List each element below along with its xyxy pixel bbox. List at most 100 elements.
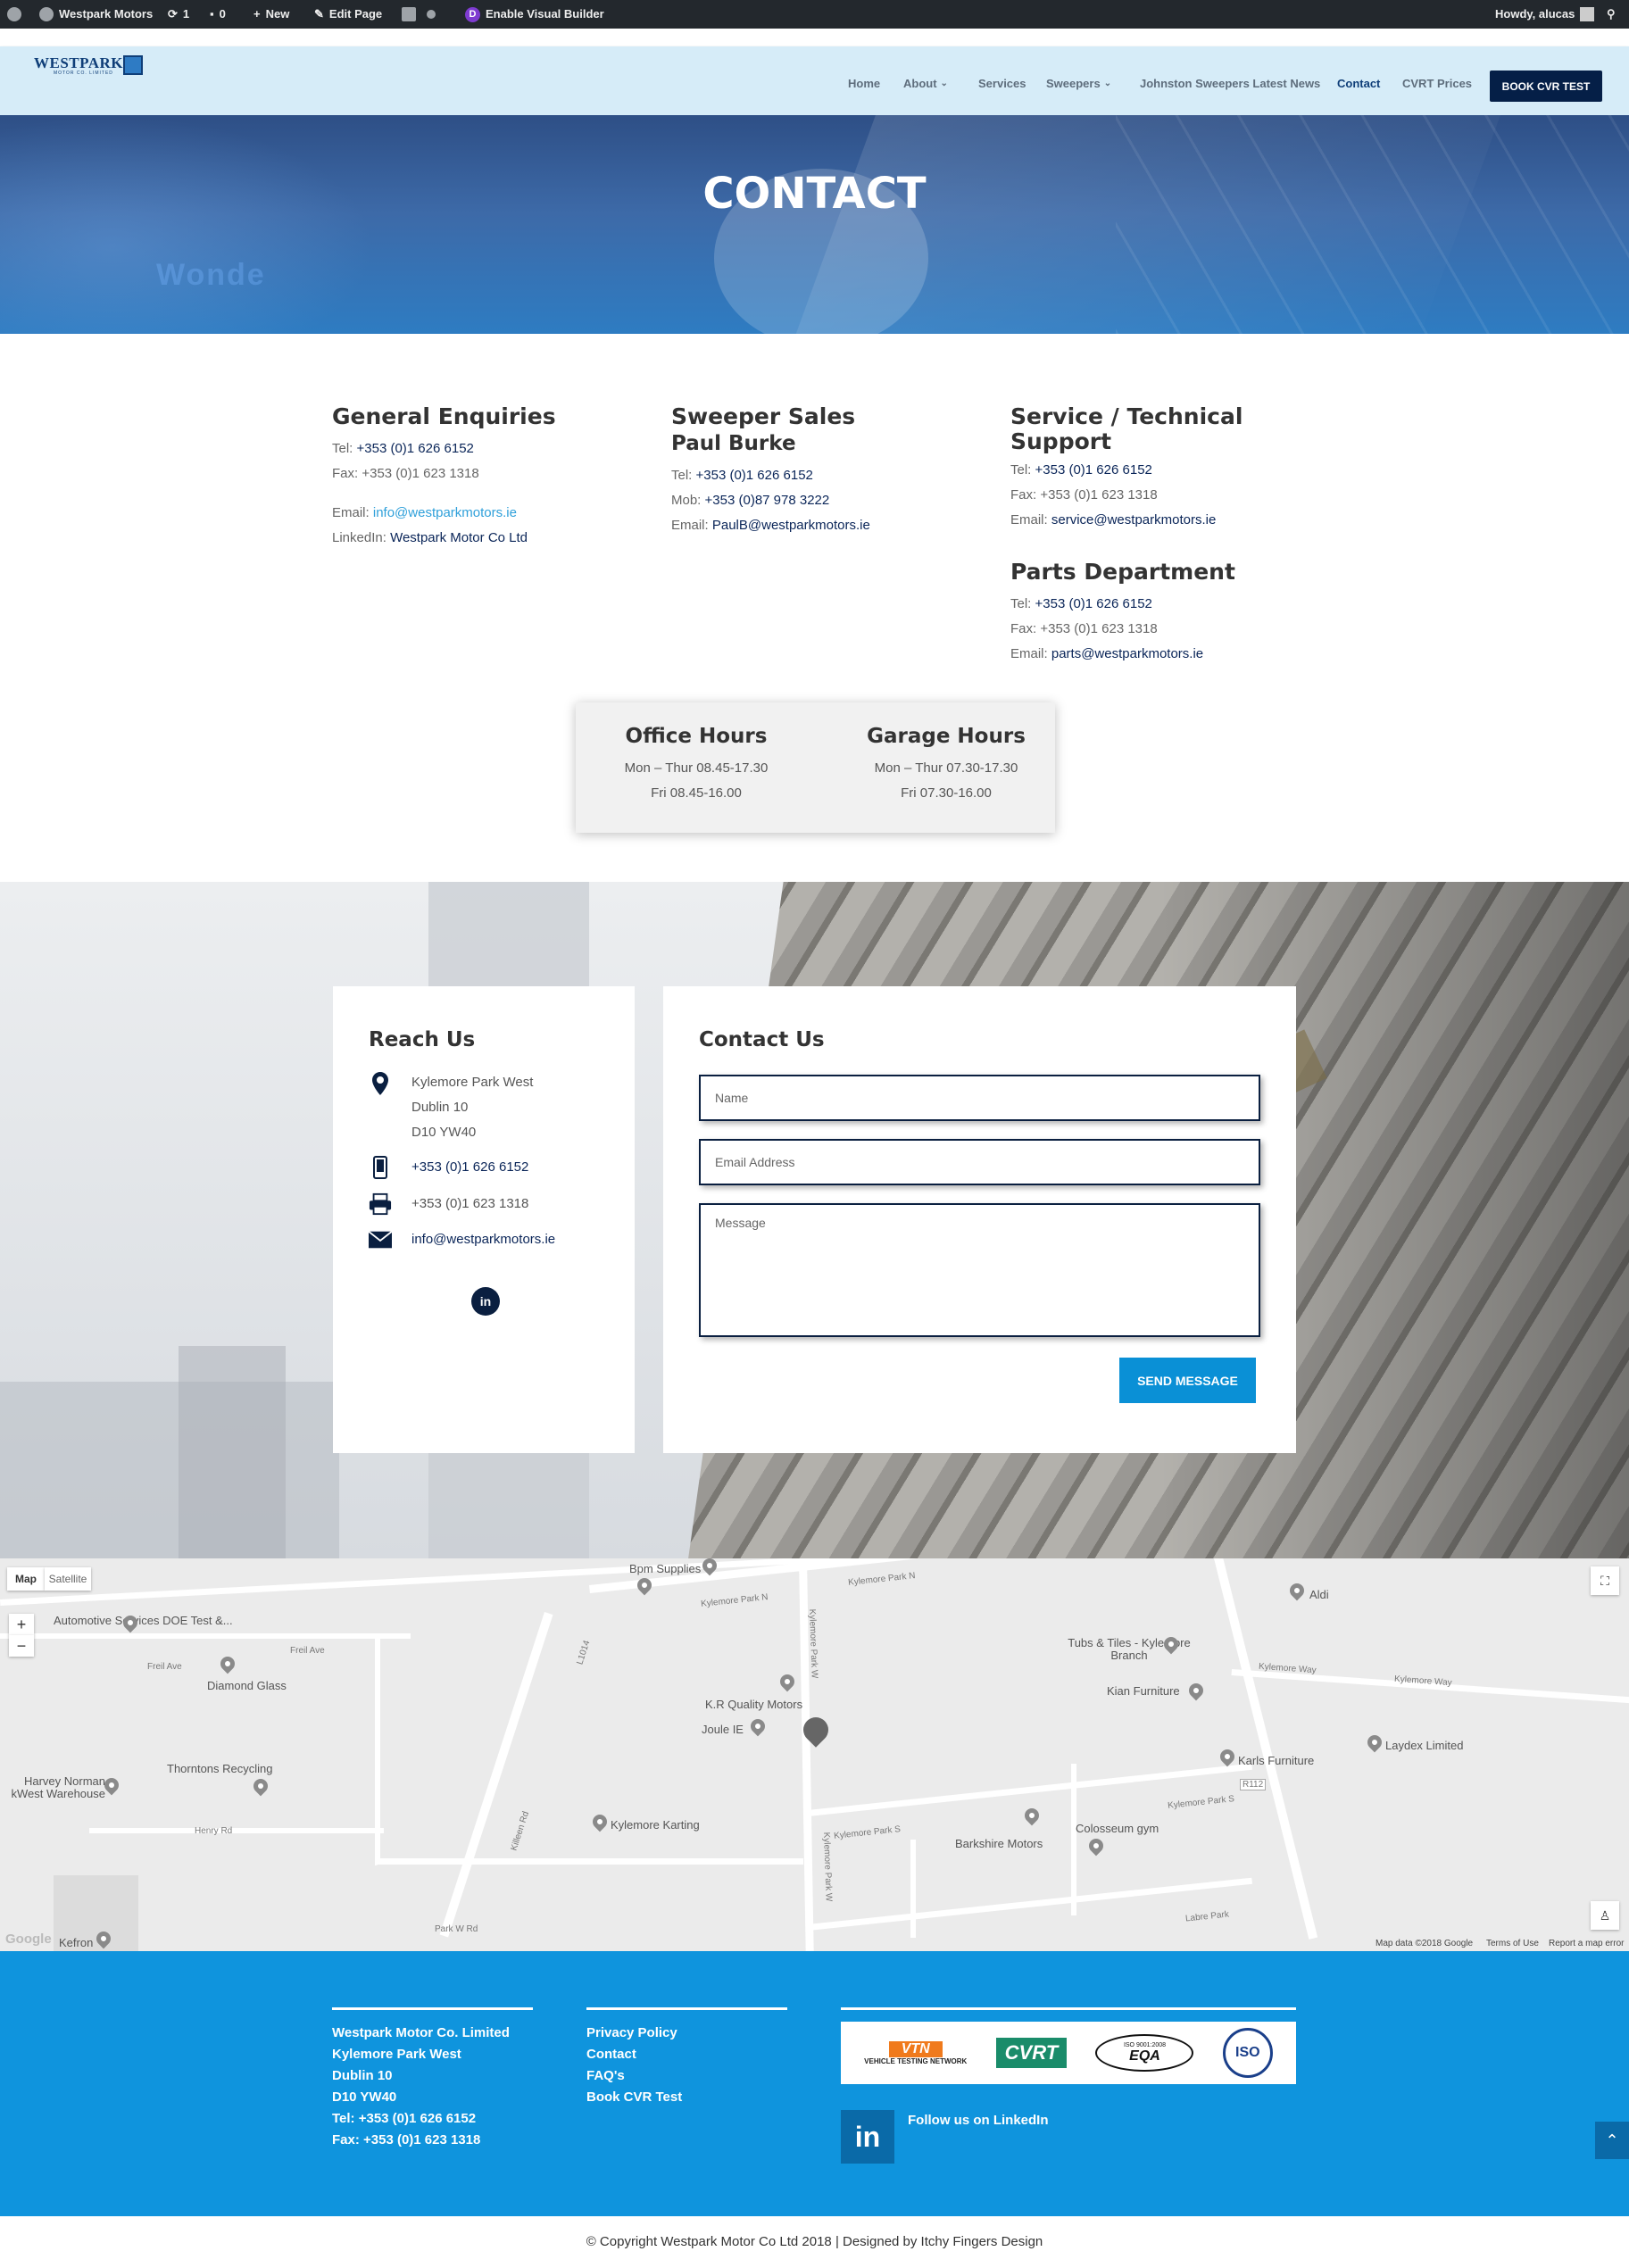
book-cvr-test-link[interactable]: Book CVR Test [586, 2087, 787, 2108]
admin-bar: Westpark Motors ⟳ 1 ▪ 0 + New ✎ Edit Page DE… [0, 0, 1629, 29]
search-icon[interactable]: ⚲ [1607, 0, 1616, 29]
mobile-phone-icon [369, 1155, 392, 1180]
garage-hours: Garage Hours Mon – Thur 07.30-17.30 Fri … [867, 725, 1026, 801]
eqa-logo: ISO 9001:2008 EQA [1095, 2034, 1194, 2072]
chevron-down-icon: ⌄ [940, 79, 948, 88]
service-title: Service / Technical Support [1010, 403, 1243, 454]
vtn-logo: VTN VEHICLE TESTING NETWORK [864, 2040, 968, 2065]
admin-new[interactable]: + New [253, 0, 289, 29]
sweeper-mob-link[interactable]: +353 (0)87 978 3222 [705, 493, 830, 508]
map-place-icon[interactable] [1021, 1805, 1043, 1826]
sweeper-email-link[interactable]: PaulB@westparkmotors.ie [712, 518, 870, 533]
nav-cvrt-prices[interactable]: CVRT Prices [1402, 77, 1472, 90]
nav-services[interactable]: Services [978, 77, 1026, 90]
email-input[interactable]: Email Address [699, 1139, 1260, 1185]
map-place-icon[interactable] [1085, 1835, 1107, 1857]
zoom-out-button[interactable]: − [9, 1635, 34, 1657]
parts-tel-link[interactable]: +353 (0)1 626 6152 [1035, 596, 1152, 611]
google-map[interactable]: Bpm Supplies Kylemore Park N Kylemore Pa… [0, 1558, 1629, 1951]
sweeper-tel-link[interactable]: +353 (0)1 626 6152 [696, 468, 813, 483]
map-place-icon[interactable] [1364, 1732, 1385, 1753]
map-place-icon[interactable] [1217, 1746, 1238, 1767]
privacy-policy-link[interactable]: Privacy Policy [586, 2023, 787, 2044]
logo[interactable]: WESTPARK MOTOR CO. LIMITED [34, 54, 143, 81]
faqs-link[interactable]: FAQ's [586, 2065, 787, 2087]
map-terms-link[interactable]: Terms of Use [1486, 1939, 1539, 1948]
comment-icon: ▪ [210, 7, 214, 21]
nav-johnston-news[interactable]: Johnston Sweepers Latest News [1140, 77, 1320, 90]
nav-contact[interactable]: Contact [1337, 77, 1380, 90]
zoom-in-button[interactable]: + [9, 1614, 34, 1635]
general-title: General Enquiries [332, 403, 556, 429]
general-email-link[interactable]: info@westparkmotors.ie [373, 505, 517, 520]
pencil-icon: ✎ [314, 7, 324, 21]
page-title: CONTACT [702, 169, 927, 219]
copyright: © Copyright Westpark Motor Co Ltd 2018 |… [0, 2216, 1629, 2268]
admin-edit-page[interactable]: ✎ Edit Page [314, 0, 382, 29]
footer-company-info: Westpark Motor Co. Limited Kylemore Park… [332, 2007, 533, 2151]
nav-home[interactable]: Home [848, 77, 880, 90]
satellite-tab[interactable]: Satellite [45, 1567, 91, 1591]
yoast-icon[interactable] [402, 0, 416, 29]
admin-howdy[interactable]: Howdy, alucas [1495, 0, 1595, 29]
pegman-icon[interactable]: ♙ [1591, 1901, 1619, 1930]
general-enquiries: General Enquiries Tel: +353 (0)1 626 615… [332, 404, 636, 551]
map-place-icon[interactable] [747, 1716, 769, 1737]
admin-visual-builder[interactable]: D Enable Visual Builder [465, 0, 604, 29]
site-footer: Westpark Motor Co. Limited Kylemore Park… [0, 1951, 1629, 2216]
footer-contact-link[interactable]: Contact [586, 2044, 787, 2065]
book-cvr-test-button[interactable]: BOOK CVR TEST [1490, 71, 1602, 102]
sweeper-sales: Sweeper Sales Paul Burke Tel: +353 (0)1 … [671, 404, 975, 538]
cvrt-logo: CVRT [995, 2038, 1068, 2068]
linkedin-icon[interactable]: in [841, 2110, 894, 2164]
status-dot-icon[interactable] [427, 0, 436, 29]
wordpress-icon[interactable] [7, 0, 21, 29]
sweeper-title: Sweeper Sales [671, 403, 856, 429]
admin-site-link[interactable]: Westpark Motors [39, 0, 153, 29]
divi-icon: D [465, 6, 480, 22]
general-linkedin-link[interactable]: Westpark Motor Co Ltd [390, 530, 528, 545]
contact-form-title: Contact Us [699, 1028, 825, 1051]
iso-logo: ISO [1222, 2028, 1273, 2078]
map-place-icon[interactable] [1185, 1680, 1207, 1701]
map-place-icon[interactable] [589, 1811, 611, 1832]
nav-sweepers[interactable]: Sweepers ⌄ [1046, 77, 1111, 90]
general-tel-link[interactable]: +353 (0)1 626 6152 [357, 441, 474, 456]
reach-phone-link[interactable]: +353 (0)1 626 6152 [411, 1159, 528, 1175]
service-email-link[interactable]: service@westparkmotors.ie [1051, 512, 1216, 528]
back-to-top-button[interactable]: ⌃ [1595, 2122, 1629, 2159]
fullscreen-icon[interactable]: ⛶ [1591, 1566, 1619, 1595]
send-message-button[interactable]: SEND MESSAGE [1119, 1358, 1256, 1403]
map-tab[interactable]: Map [7, 1567, 45, 1591]
map-place-icon[interactable] [777, 1671, 798, 1692]
google-logo: Google [5, 1932, 52, 1947]
map-place-icon[interactable] [217, 1653, 238, 1674]
map-report-link[interactable]: Report a map error [1549, 1939, 1624, 1948]
reach-title: Reach Us [369, 1028, 476, 1051]
follow-linkedin-link[interactable]: Follow us on LinkedIn [908, 2110, 1049, 2131]
office-hours: Office Hours Mon – Thur 08.45-17.30 Fri … [624, 725, 769, 801]
service-support: Service / Technical Support Tel: +353 (0… [1010, 404, 1278, 533]
map-place-icon[interactable] [1286, 1580, 1308, 1601]
name-input[interactable]: Name [699, 1075, 1260, 1121]
map-place-icon[interactable] [250, 1775, 271, 1797]
admin-updates[interactable]: ⟳ 1 [168, 0, 189, 29]
hero-bg-text: Wonde [156, 258, 266, 292]
admin-comments[interactable]: ▪ 0 [210, 0, 226, 29]
map-pin-icon [369, 1071, 392, 1096]
linkedin-icon[interactable]: in [471, 1287, 500, 1316]
reach-email-link[interactable]: info@westparkmotors.ie [411, 1232, 555, 1247]
message-textarea[interactable]: Message [699, 1203, 1260, 1337]
parts-email-link[interactable]: parts@westparkmotors.ie [1051, 646, 1203, 661]
logo-text: WESTPARK [34, 54, 124, 71]
refresh-icon: ⟳ [168, 7, 178, 21]
fax-printer-icon [369, 1192, 392, 1217]
accreditation-logos: VTN VEHICLE TESTING NETWORK CVRT ISO 900… [841, 2022, 1296, 2084]
nav-about[interactable]: About ⌄ [903, 77, 948, 90]
envelope-icon [369, 1227, 392, 1252]
logo-badge-icon [123, 55, 143, 75]
service-tel-link[interactable]: +353 (0)1 626 6152 [1035, 462, 1152, 478]
parts-department: Parts Department Tel: +353 (0)1 626 6152… [1010, 560, 1278, 667]
plus-icon: + [253, 7, 261, 21]
home-icon [39, 7, 54, 21]
